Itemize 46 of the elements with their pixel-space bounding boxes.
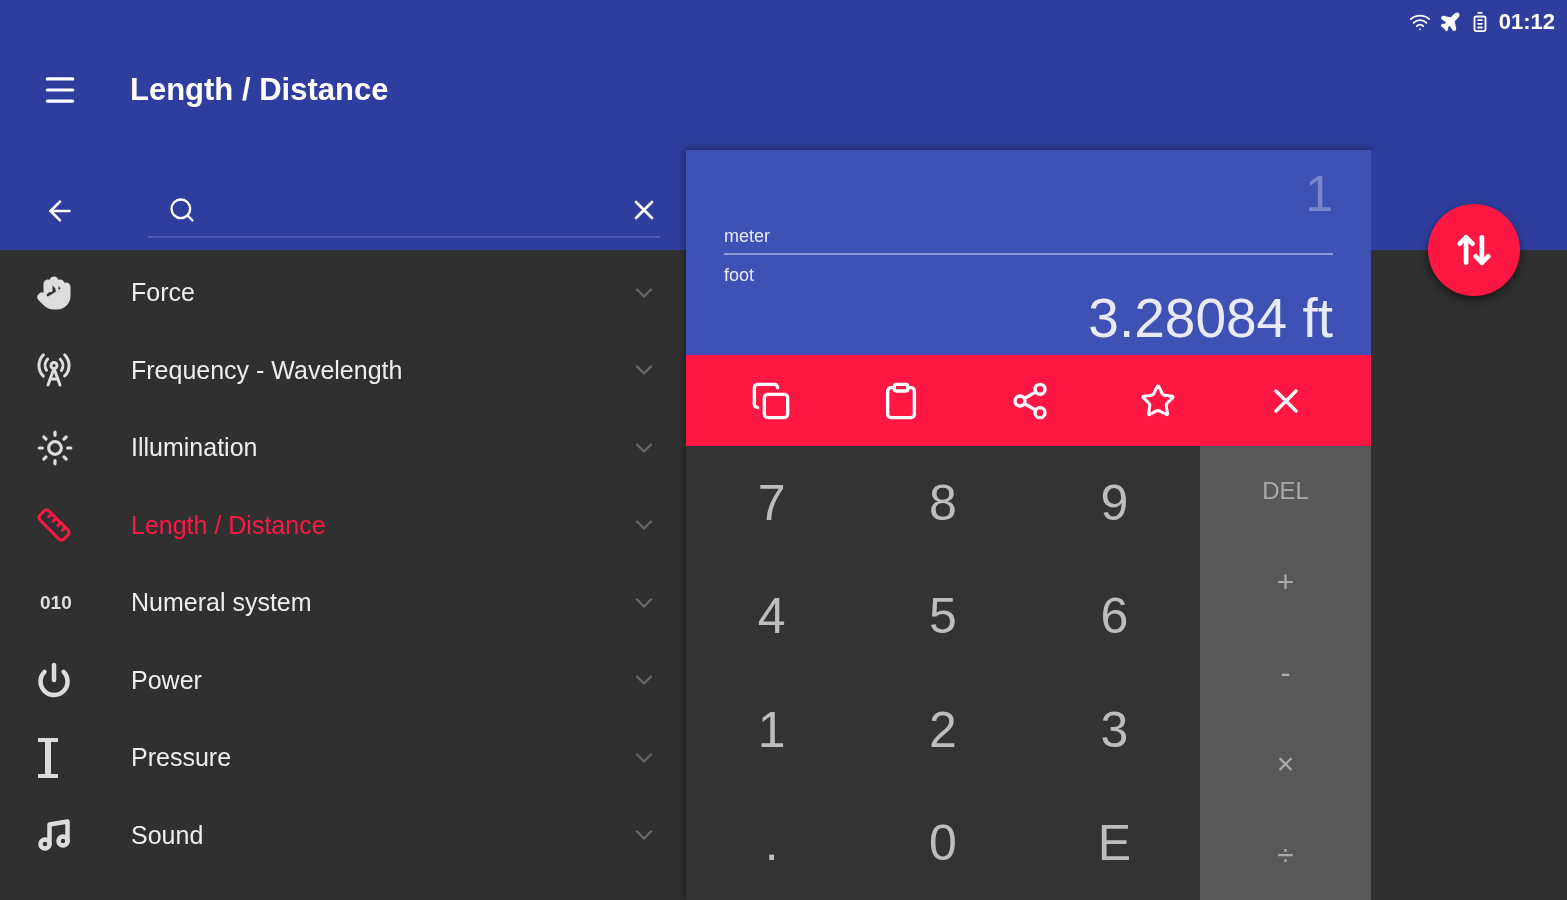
- i-beam-icon: [36, 737, 60, 778]
- category-item[interactable]: Length / Distance: [0, 486, 686, 564]
- power-icon: [36, 662, 72, 699]
- keypad-key[interactable]: 7: [686, 446, 858, 560]
- status-time: 01:12: [1498, 9, 1555, 35]
- ruler-icon: [36, 507, 72, 544]
- category-item[interactable]: Frequency - Wavelength: [0, 331, 686, 409]
- category-label: Force: [131, 278, 196, 308]
- keypad-key[interactable]: 6: [1028, 559, 1200, 673]
- keypad-key[interactable]: 8: [857, 446, 1029, 560]
- category-label: Numeral system: [131, 588, 313, 618]
- copy-icon: [750, 380, 791, 421]
- category-item[interactable]: Power: [0, 641, 686, 719]
- keypad-key[interactable]: 4: [686, 559, 858, 673]
- search-icon: [168, 196, 196, 224]
- keypad-key[interactable]: 1: [686, 673, 858, 787]
- swap-button[interactable]: [1428, 204, 1520, 296]
- music-note-icon: [36, 817, 72, 854]
- from-unit: meter: [724, 226, 771, 247]
- star-icon: [1140, 382, 1177, 419]
- keypad-key[interactable]: 5: [857, 559, 1029, 673]
- airplane-icon: [1438, 11, 1461, 33]
- category-item[interactable]: Sound: [0, 796, 686, 874]
- category-label: Frequency - Wavelength: [131, 355, 404, 385]
- category-item[interactable]: Illumination: [0, 409, 686, 487]
- keypad-key[interactable]: .: [686, 786, 858, 900]
- category-item[interactable]: Force: [0, 254, 686, 332]
- keypad-key[interactable]: 2: [857, 673, 1029, 787]
- category-item[interactable]: Pressure: [0, 719, 686, 797]
- keypad-key[interactable]: E: [1028, 786, 1200, 900]
- keypad-key[interactable]: 3: [1028, 673, 1200, 787]
- category-label: Sound: [131, 820, 205, 850]
- keypad-key[interactable]: 0: [857, 786, 1029, 900]
- sun-icon: [36, 428, 74, 467]
- to-value: 3.28084 ft: [1088, 286, 1333, 350]
- category-label: Illumination: [131, 433, 259, 463]
- category-label: Length / Distance: [131, 510, 327, 540]
- to-unit: foot: [724, 265, 756, 286]
- category-label: Power: [131, 665, 203, 695]
- antenna-icon: [36, 352, 72, 389]
- binary-icon: 010: [40, 591, 72, 614]
- fist-icon: [36, 274, 72, 311]
- category-item[interactable]: 010 Numeral system: [0, 564, 686, 642]
- keypad-key[interactable]: 9: [1028, 446, 1200, 560]
- toolbar-title: Length / Distance: [130, 72, 389, 108]
- category-label: Pressure: [131, 743, 233, 773]
